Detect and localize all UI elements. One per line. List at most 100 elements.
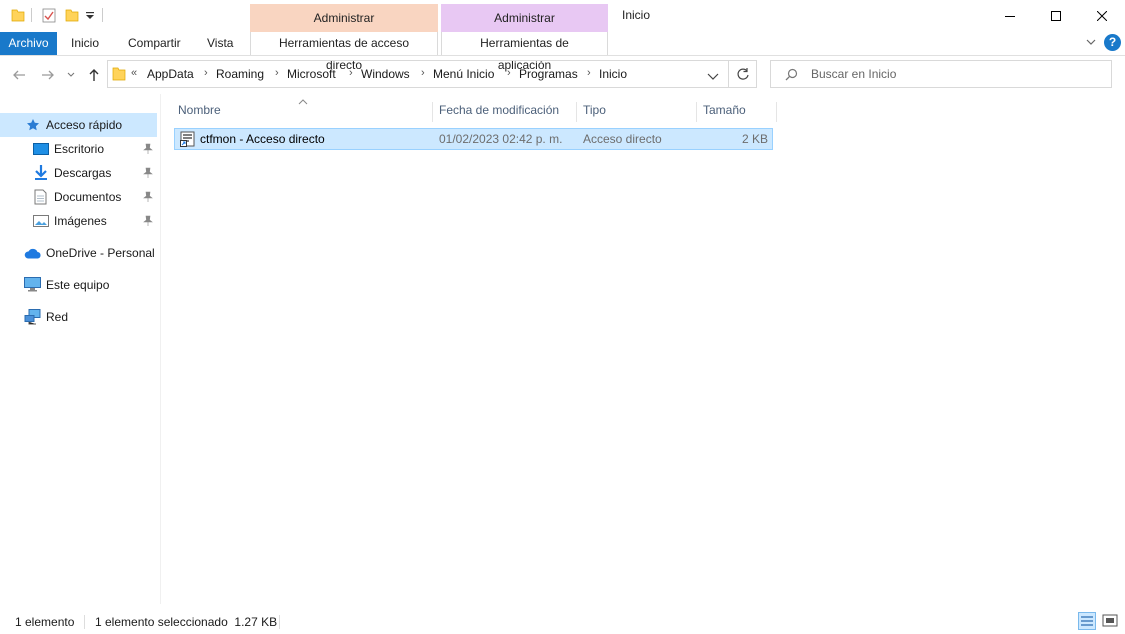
sidebar-item-downloads[interactable]: Descargas [0,162,157,184]
minimize-button[interactable] [987,0,1033,32]
refresh-icon[interactable] [736,67,750,84]
forward-button[interactable] [39,66,57,84]
sidebar-item-label: Red [46,310,69,324]
column-header-type[interactable]: Tipo [577,102,697,122]
column-header-size[interactable]: Tamaño [697,102,777,122]
folder-icon[interactable] [11,7,25,23]
sidebar-item-network[interactable]: Red [0,306,157,328]
navigation-pane: Acceso rápido Escritorio Descargas Docum… [0,94,161,604]
folder-icon [112,66,126,85]
ribbon-tabs: Archivo Inicio Compartir Vista Herramien… [0,32,1125,72]
document-icon [34,189,47,208]
back-arrow-icon [13,70,25,80]
navigation-bar: « AppData › Roaming › Microsoft › Window… [0,56,1125,94]
ribbon-expand-icon[interactable] [1085,36,1097,51]
sidebar-item-label: Este equipo [46,278,110,292]
file-row[interactable]: ctfmon - Acceso directo 01/02/2023 02:42… [174,128,773,150]
sidebar-item-label: Imágenes [54,214,107,228]
file-type: Acceso directo [583,132,662,146]
details-view-icon[interactable] [1078,612,1096,633]
network-icon [24,309,41,328]
status-selection: 1 elemento seleccionado 1.27 KB [95,615,278,629]
download-icon [34,165,48,184]
new-folder-icon[interactable] [65,7,79,23]
file-size: 2 KB [741,132,768,146]
cloud-icon [24,248,42,262]
tab-home[interactable]: Inicio [61,32,109,55]
search-icon [785,68,798,84]
status-divider [84,615,85,629]
breadcrumb-separator[interactable]: › [275,67,279,79]
sidebar-item-label: Descargas [54,166,112,180]
breadcrumb-overflow[interactable]: « [131,67,137,79]
recent-locations-button[interactable] [62,66,80,84]
pictures-icon [33,215,49,231]
customize-qa-icon[interactable] [85,10,95,26]
sidebar-item-this-pc[interactable]: Este equipo [0,274,157,296]
status-bar: 1 elemento 1 elemento seleccionado 1.27 … [0,612,1125,634]
pin-icon [143,167,153,179]
breadcrumb-separator[interactable]: › [587,67,591,79]
sidebar-item-label: Acceso rápido [46,118,123,132]
maximize-icon [1051,11,1061,21]
status-divider [279,615,280,629]
file-modified: 01/02/2023 02:42 p. m. [439,132,563,146]
tab-share[interactable]: Compartir [118,32,191,55]
sidebar-item-pictures[interactable]: Imágenes [0,210,157,232]
breadcrumb-separator[interactable]: › [507,67,511,79]
search-placeholder: Buscar en Inicio [811,67,897,81]
sidebar-item-quick-access[interactable]: Acceso rápido [0,113,157,137]
shortcut-file-icon [180,131,196,150]
breadcrumb-item[interactable]: AppData [147,67,194,81]
context-group-application: Administrar [441,4,608,32]
address-dropdown-icon[interactable] [707,70,719,84]
qa-divider [31,8,32,22]
breadcrumb-separator[interactable]: › [204,67,208,79]
minimize-icon [1005,16,1015,17]
tab-application-tools[interactable]: Herramientas de aplicación [441,32,608,72]
address-bar[interactable]: « AppData › Roaming › Microsoft › Window… [107,60,757,88]
sidebar-item-onedrive[interactable]: OneDrive - Personal [0,242,157,264]
breadcrumb-separator[interactable]: › [349,67,353,79]
help-icon[interactable]: ? [1104,34,1121,51]
tab-view[interactable]: Vista [197,32,243,55]
chevron-down-icon [67,72,75,77]
window-title: Inicio [622,8,651,22]
pin-icon [143,191,153,203]
sidebar-item-desktop[interactable]: Escritorio [0,138,157,160]
tab-shortcut-tools[interactable]: Herramientas de acceso directo [250,32,438,72]
title-bar: Administrar Administrar Inicio [0,0,1125,32]
up-arrow-icon [89,69,99,81]
maximize-button[interactable] [1033,0,1079,32]
desktop-icon [33,143,49,159]
column-header-modified[interactable]: Fecha de modificación [433,102,577,122]
pin-icon [143,143,153,155]
breadcrumb-separator[interactable]: › [421,67,425,79]
large-icons-view-icon[interactable] [1101,612,1119,633]
breadcrumb-item[interactable]: Microsoft [287,67,336,81]
address-divider [728,61,729,87]
tab-file[interactable]: Archivo [0,32,57,55]
forward-arrow-icon [42,70,54,80]
close-button[interactable] [1079,0,1125,32]
column-header-name[interactable]: Nombre [172,102,433,122]
breadcrumb-item[interactable]: Windows [361,67,410,81]
pin-icon [143,215,153,227]
breadcrumb-item-current[interactable]: Inicio [599,67,627,81]
up-button[interactable] [85,66,103,84]
status-item-count: 1 elemento [15,615,75,629]
breadcrumb-item[interactable]: Roaming [216,67,264,81]
search-box[interactable]: Buscar en Inicio [770,60,1112,88]
properties-icon[interactable] [42,7,56,23]
sidebar-item-label: OneDrive - Personal [46,246,155,260]
sidebar-item-label: Escritorio [54,142,105,156]
computer-icon [24,277,41,295]
star-icon [26,118,40,135]
breadcrumb-item[interactable]: Programas [519,67,578,81]
sidebar-item-documents[interactable]: Documentos [0,186,157,208]
breadcrumb-item[interactable]: Menú Inicio [433,67,494,81]
file-name: ctfmon - Acceso directo [200,132,325,146]
back-button[interactable] [10,66,28,84]
close-icon [1097,11,1107,21]
sidebar-item-label: Documentos [54,190,122,204]
